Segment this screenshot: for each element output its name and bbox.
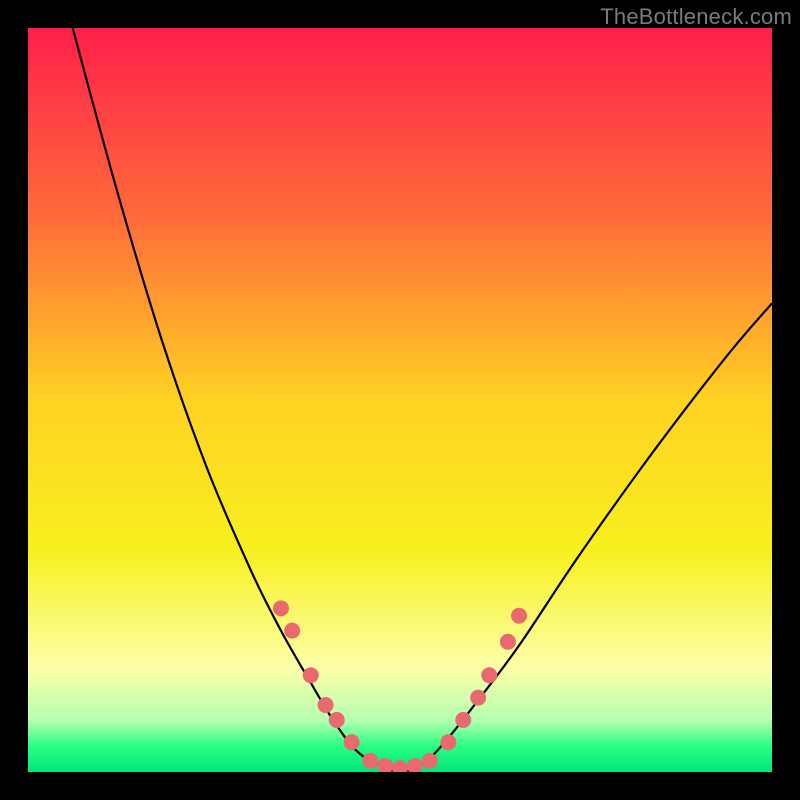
curve-marker	[422, 753, 438, 769]
curve-marker	[377, 758, 393, 774]
curve-marker	[344, 734, 360, 750]
curve-marker	[392, 760, 408, 776]
curve-marker	[362, 753, 378, 769]
watermark-text: TheBottleneck.com	[600, 4, 792, 30]
curve-marker	[440, 734, 456, 750]
curve-marker	[470, 690, 486, 706]
curve-marker	[318, 697, 334, 713]
curve-marker	[455, 712, 471, 728]
curve-marker	[407, 758, 423, 774]
bottleneck-chart	[0, 0, 800, 800]
curve-marker	[329, 712, 345, 728]
curve-marker	[284, 623, 300, 639]
plot-background	[28, 28, 772, 772]
chart-frame: TheBottleneck.com	[0, 0, 800, 800]
curve-marker	[511, 608, 527, 624]
curve-marker	[481, 667, 497, 683]
curve-marker	[273, 600, 289, 616]
curve-marker	[500, 634, 516, 650]
curve-marker	[303, 667, 319, 683]
